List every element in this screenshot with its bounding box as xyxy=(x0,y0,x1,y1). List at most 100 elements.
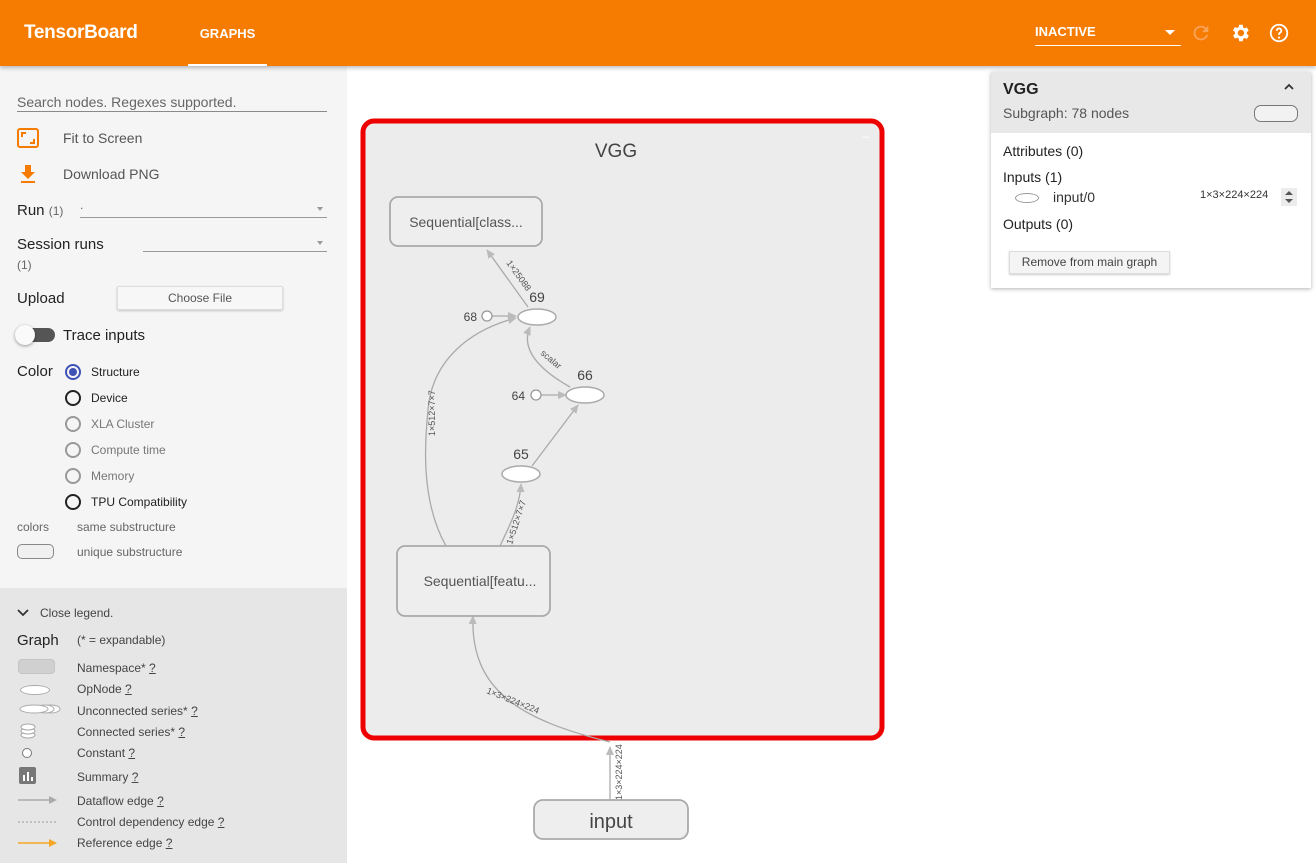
radio-device[interactable] xyxy=(65,390,81,406)
top-bar: TensorBoard GRAPHS INACTIVE xyxy=(0,0,1316,66)
legend-panel: Close legend. Graph (* = expandable) Nam… xyxy=(0,588,347,863)
refresh-icon[interactable] xyxy=(1190,22,1212,44)
choose-file-button[interactable]: Choose File xyxy=(117,286,283,310)
constant-legend-icon xyxy=(22,748,32,758)
info-card-title: VGG xyxy=(1003,81,1039,98)
legend-item-control-dependency-edge: Control dependency edge ? xyxy=(77,815,225,829)
node-label: input xyxy=(589,811,633,833)
fit-to-screen-label: Fit to Screen xyxy=(63,130,143,146)
info-card-header: VGG Subgraph: 78 nodes xyxy=(991,72,1311,133)
node-label: Sequential[featu... xyxy=(424,573,537,589)
expand-shape-icon[interactable] xyxy=(1281,188,1297,206)
help-link[interactable]: ? xyxy=(125,682,132,696)
fit-screen-icon xyxy=(17,128,39,148)
download-icon xyxy=(21,165,35,183)
legend-item-connected-series: Connected series* ? xyxy=(77,725,186,739)
trace-inputs-label: Trace inputs xyxy=(63,327,145,344)
legend-graph-title: Graph xyxy=(17,632,59,649)
upload-label: Upload xyxy=(17,290,65,307)
colors-label: colors xyxy=(17,520,50,534)
chevron-down-icon xyxy=(17,609,29,617)
legend-item-namespace: Namespace* ? xyxy=(77,661,156,675)
opnode-icon xyxy=(1015,193,1039,203)
legend-item-summary: Summary ? xyxy=(77,770,139,784)
radio-memory-label: Memory xyxy=(91,469,135,483)
help-link[interactable]: ? xyxy=(157,794,164,808)
same-substructure-label: same substructure xyxy=(77,520,176,534)
info-card-subtitle: Subgraph: 78 nodes xyxy=(1003,105,1130,121)
help-icon[interactable] xyxy=(1268,22,1290,44)
color-label: Color xyxy=(17,363,53,380)
help-link[interactable]: ? xyxy=(191,704,198,718)
session-runs-label: Session runs xyxy=(17,236,104,253)
radio-xla-cluster-label: XLA Cluster xyxy=(91,417,155,431)
radio-device-label: Device xyxy=(91,391,128,405)
control-panel: Search nodes. Regexes supported. Fit to … xyxy=(0,66,347,588)
help-link[interactable]: ? xyxy=(166,836,173,850)
help-link[interactable]: ? xyxy=(128,746,135,760)
unique-substructure-swatch xyxy=(17,544,54,559)
run-select-value: . xyxy=(80,198,84,212)
node-label: Sequential[class... xyxy=(409,214,523,230)
radio-memory[interactable] xyxy=(65,468,81,484)
radio-structure-label: Structure xyxy=(91,365,140,379)
legend-item-constant: Constant ? xyxy=(77,746,136,760)
group-collapse-button[interactable]: – xyxy=(863,129,870,143)
trace-inputs-toggle[interactable] xyxy=(15,325,55,345)
run-count: (1) xyxy=(48,204,64,218)
node-label: 64 xyxy=(512,389,526,403)
connected-series-icon xyxy=(20,723,36,739)
node-64-constant[interactable] xyxy=(530,389,542,401)
session-runs-count: (1) xyxy=(17,258,32,272)
edge-label: 1×3×224×224 xyxy=(614,744,624,800)
run-select[interactable]: . xyxy=(80,198,327,218)
chevron-up-icon[interactable] xyxy=(1283,82,1295,92)
download-png-label: Download PNG xyxy=(63,166,160,182)
search-nodes-input[interactable]: Search nodes. Regexes supported. xyxy=(17,94,327,112)
help-link[interactable]: ? xyxy=(132,770,139,784)
brand-title: TensorBoard xyxy=(24,22,138,43)
expandable-note: (* = expandable) xyxy=(77,633,166,647)
input-name[interactable]: input/0 xyxy=(1053,189,1095,205)
chevron-down-icon xyxy=(317,241,323,245)
tab-graphs[interactable]: GRAPHS xyxy=(188,0,267,66)
legend-item-dataflow-edge: Dataflow edge ? xyxy=(77,794,164,808)
node-66[interactable] xyxy=(565,386,605,404)
run-status-label: INACTIVE xyxy=(1035,24,1096,39)
close-legend-label: Close legend. xyxy=(40,606,114,620)
session-runs-select[interactable] xyxy=(143,234,327,252)
legend-item-unconnected-series: Unconnected series* ? xyxy=(77,704,198,718)
node-65[interactable] xyxy=(501,465,541,483)
run-status-select[interactable]: INACTIVE xyxy=(1035,24,1181,46)
node-label: 65 xyxy=(513,446,529,462)
inputs-heading[interactable]: Inputs (1) xyxy=(1003,169,1062,185)
radio-tpu-compatibility[interactable] xyxy=(65,494,81,510)
radio-structure[interactable] xyxy=(65,364,81,380)
outputs-heading[interactable]: Outputs (0) xyxy=(1003,216,1073,232)
help-link[interactable]: ? xyxy=(218,815,225,829)
gear-icon[interactable] xyxy=(1229,22,1251,44)
node-69[interactable] xyxy=(517,308,557,326)
vgg-group-title: VGG xyxy=(595,141,637,162)
summary-icon xyxy=(19,767,36,784)
node-68-constant[interactable] xyxy=(481,310,493,322)
node-info-card: VGG Subgraph: 78 nodes Attributes (0) In… xyxy=(991,72,1311,288)
node-label: 69 xyxy=(529,289,545,305)
reference-edge-icon xyxy=(18,839,57,847)
help-link[interactable]: ? xyxy=(178,725,185,739)
radio-compute-time-label: Compute time xyxy=(91,443,166,457)
control-dependency-edge-icon xyxy=(18,821,56,823)
chevron-down-icon xyxy=(1165,30,1175,35)
unique-substructure-label: unique substructure xyxy=(77,545,183,559)
namespace-legend-icon xyxy=(18,659,55,674)
help-link[interactable]: ? xyxy=(149,661,156,675)
node-label: 68 xyxy=(464,310,478,324)
radio-xla-cluster[interactable] xyxy=(65,416,81,432)
radio-tpu-compatibility-label: TPU Compatibility xyxy=(91,495,188,509)
unconnected-series-icon xyxy=(19,704,61,714)
opnode-legend-icon xyxy=(20,685,50,695)
attributes-heading[interactable]: Attributes (0) xyxy=(1003,143,1083,159)
input-shape: 1×3×224×224 xyxy=(1200,189,1269,201)
remove-from-main-graph-button[interactable]: Remove from main graph xyxy=(1009,251,1170,274)
radio-compute-time[interactable] xyxy=(65,442,81,458)
